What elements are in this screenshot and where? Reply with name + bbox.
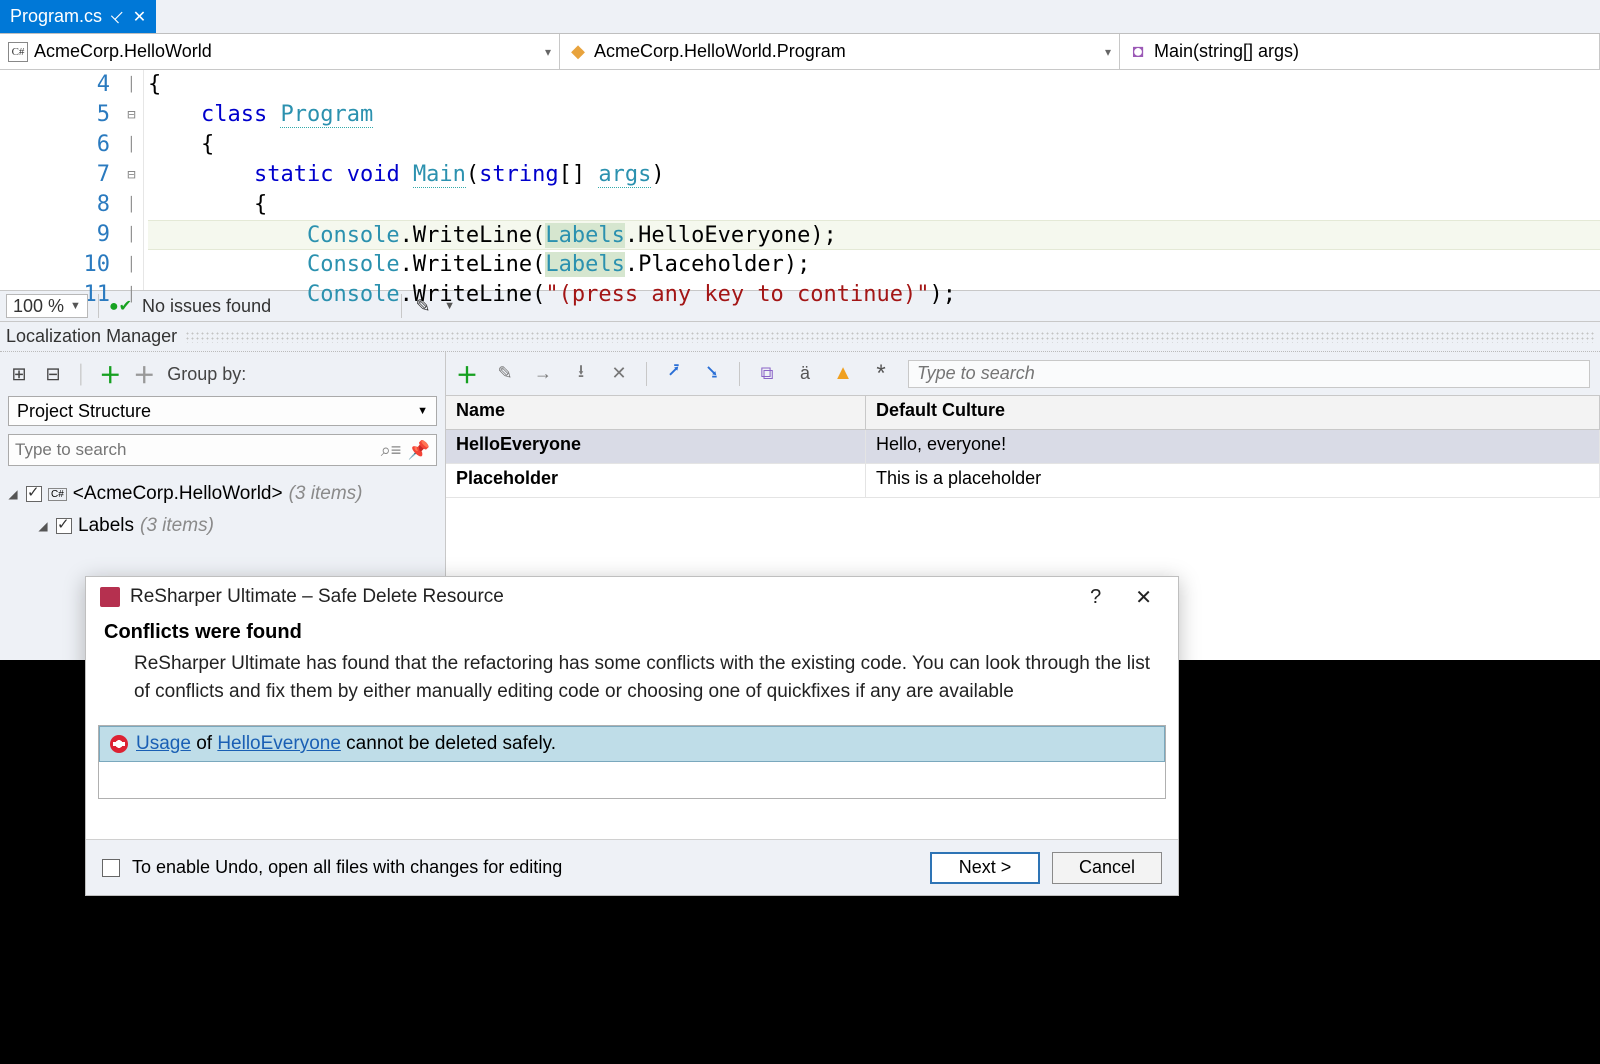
left-search[interactable]: ⌕≡ 📌 [8, 434, 437, 466]
undo-label: To enable Undo, open all files with chan… [132, 857, 562, 878]
resource-name: HelloEveryone [446, 430, 866, 463]
close-icon[interactable]: ✕ [133, 7, 146, 27]
navigation-bar: C# AcmeCorp.HelloWorld ▾ ◆ AcmeCorp.Hell… [0, 34, 1600, 70]
project-tree[interactable]: ◢ C# <AcmeCorp.HelloWorld> (3 items) ◢ L… [0, 474, 445, 546]
project-name: <AcmeCorp.HelloWorld> [73, 483, 283, 505]
col-value-header[interactable]: Default Culture [866, 396, 1600, 429]
dialog-footer: To enable Undo, open all files with chan… [86, 839, 1178, 895]
next-button[interactable]: Next > [930, 852, 1040, 884]
right-search[interactable] [908, 360, 1590, 388]
line-number-gutter: 4 5 6 7 8 9 10 11 [0, 70, 120, 290]
resource-row[interactable]: HelloEveryone Hello, everyone! [446, 430, 1600, 464]
checkbox[interactable] [26, 486, 42, 502]
member-dropdown[interactable]: ◘ Main(string[] args) [1120, 34, 1600, 69]
expand-icon[interactable]: ◢ [6, 487, 20, 501]
add-icon[interactable]: ＋ [99, 363, 121, 385]
search-options-icon[interactable]: ⌕≡ [380, 439, 402, 461]
chevron-down-icon: ▾ [545, 45, 551, 59]
labels-item-count: (3 items) [140, 515, 214, 537]
warning-icon[interactable]: ▲ [832, 363, 854, 385]
chevron-down-icon: ▼ [417, 405, 428, 417]
checkbox[interactable] [56, 518, 72, 534]
zoom-dropdown[interactable]: 100 % ▼ [6, 294, 88, 318]
dialog-title: ReSharper Ultimate – Safe Delete Resourc… [130, 586, 504, 608]
dialog-titlebar[interactable]: ReSharper Ultimate – Safe Delete Resourc… [86, 577, 1178, 617]
expand-icon[interactable]: ◢ [36, 519, 50, 533]
class-icon: ◆ [568, 42, 588, 62]
delete-icon[interactable]: ✕ [608, 363, 630, 385]
cancel-button[interactable]: Cancel [1052, 852, 1162, 884]
csharp-icon: C# [8, 42, 28, 62]
fold-gutter: │ ⊟ │ ⊟ │ │ │ │ [120, 70, 144, 290]
member-label: Main(string[] args) [1154, 41, 1299, 62]
resource-grid-header: Name Default Culture [446, 396, 1600, 430]
asterisk-icon[interactable]: * [870, 363, 892, 385]
method-icon: ◘ [1128, 42, 1148, 62]
undo-checkbox[interactable] [102, 859, 120, 877]
zoom-value: 100 % [13, 296, 64, 317]
namespace-dropdown[interactable]: C# AcmeCorp.HelloWorld ▾ [0, 34, 560, 69]
labels-name: Labels [78, 515, 134, 537]
class-label: AcmeCorp.HelloWorld.Program [594, 41, 846, 62]
chevron-down-icon: ▼ [70, 300, 81, 312]
resource-row[interactable]: Placeholder This is a placeholder [446, 464, 1600, 498]
resource-name: Placeholder [446, 464, 866, 497]
conflict-empty-row [99, 762, 1165, 798]
resource-value: Hello, everyone! [866, 430, 1600, 463]
tab-title: Program.cs [10, 6, 102, 27]
code-editor[interactable]: 4 5 6 7 8 9 10 11 │ ⊟ │ ⊟ │ │ │ │ { clas… [0, 70, 1600, 290]
class-dropdown[interactable]: ◆ AcmeCorp.HelloWorld.Program ▾ [560, 34, 1120, 69]
fold-toggle[interactable]: ⊟ [120, 100, 143, 130]
umlaut-icon[interactable]: ä [794, 363, 816, 385]
csharp-project-icon: C# [48, 488, 67, 501]
edit-icon[interactable]: ✎ [494, 363, 516, 385]
export-icon[interactable]: ⭷ [663, 363, 685, 385]
conflict-list: Usage of HelloEveryone cannot be deleted… [98, 725, 1166, 799]
right-toolbar: ＋ ✎ → ⭳ ✕ ⭷ ⭸ ⧉ ä ▲ * [446, 352, 1600, 396]
dialog-heading: Conflicts were found [104, 621, 1160, 644]
dialog-description: ReSharper Ultimate has found that the re… [104, 650, 1160, 705]
chevron-down-icon: ▾ [1105, 45, 1111, 59]
namespace-label: AcmeCorp.HelloWorld [34, 41, 212, 62]
conflict-item[interactable]: Usage of HelloEveryone cannot be deleted… [99, 726, 1165, 762]
add-resource-icon[interactable]: ＋ [456, 363, 478, 385]
import-icon[interactable]: ⭳ [570, 363, 592, 385]
resource-value: This is a placeholder [866, 464, 1600, 497]
group-by-label: Group by: [167, 364, 246, 385]
pin-icon[interactable]: 📌 [408, 439, 430, 461]
tree-project-node[interactable]: ◢ C# <AcmeCorp.HelloWorld> (3 items) [6, 478, 439, 510]
collapse-all-icon[interactable]: ⊟ [42, 363, 64, 385]
code-area[interactable]: { class Program { static void Main(strin… [144, 70, 1600, 290]
goto-icon[interactable]: → [532, 363, 554, 385]
vs-icon[interactable]: ⧉ [756, 363, 778, 385]
left-search-input[interactable] [15, 440, 374, 460]
add-disabled-icon: ＋ [133, 363, 155, 385]
left-toolbar: ⊞ ⊟ │ ＋ ＋ Group by: [0, 352, 445, 396]
reference-link[interactable]: HelloEveryone [217, 733, 341, 754]
resharper-icon [100, 587, 120, 607]
panel-title: Localization Manager [6, 326, 177, 347]
fold-toggle[interactable]: ⊟ [120, 160, 143, 190]
localization-manager-header: Localization Manager [0, 322, 1600, 352]
document-tab-program-cs[interactable]: Program.cs ⟂ ✕ [0, 0, 156, 33]
grouping-value: Project Structure [17, 401, 151, 422]
project-item-count: (3 items) [289, 483, 363, 505]
help-button[interactable]: ? [1078, 586, 1113, 609]
col-name-header[interactable]: Name [446, 396, 866, 429]
panel-gripper[interactable] [185, 331, 1594, 343]
expand-all-icon[interactable]: ⊞ [8, 363, 30, 385]
safe-delete-dialog: ReSharper Ultimate – Safe Delete Resourc… [85, 576, 1179, 896]
grouping-dropdown[interactable]: Project Structure ▼ [8, 396, 437, 426]
right-search-input[interactable] [917, 363, 1581, 384]
import2-icon[interactable]: ⭸ [701, 363, 723, 385]
close-button[interactable]: ✕ [1123, 585, 1164, 610]
error-icon [110, 735, 128, 753]
tree-labels-node[interactable]: ◢ Labels (3 items) [6, 510, 439, 542]
pin-icon[interactable]: ⟂ [112, 8, 123, 26]
usage-link[interactable]: Usage [136, 733, 191, 754]
check-icon: ●✔ [109, 296, 132, 316]
document-tab-bar: Program.cs ⟂ ✕ [0, 0, 1600, 34]
